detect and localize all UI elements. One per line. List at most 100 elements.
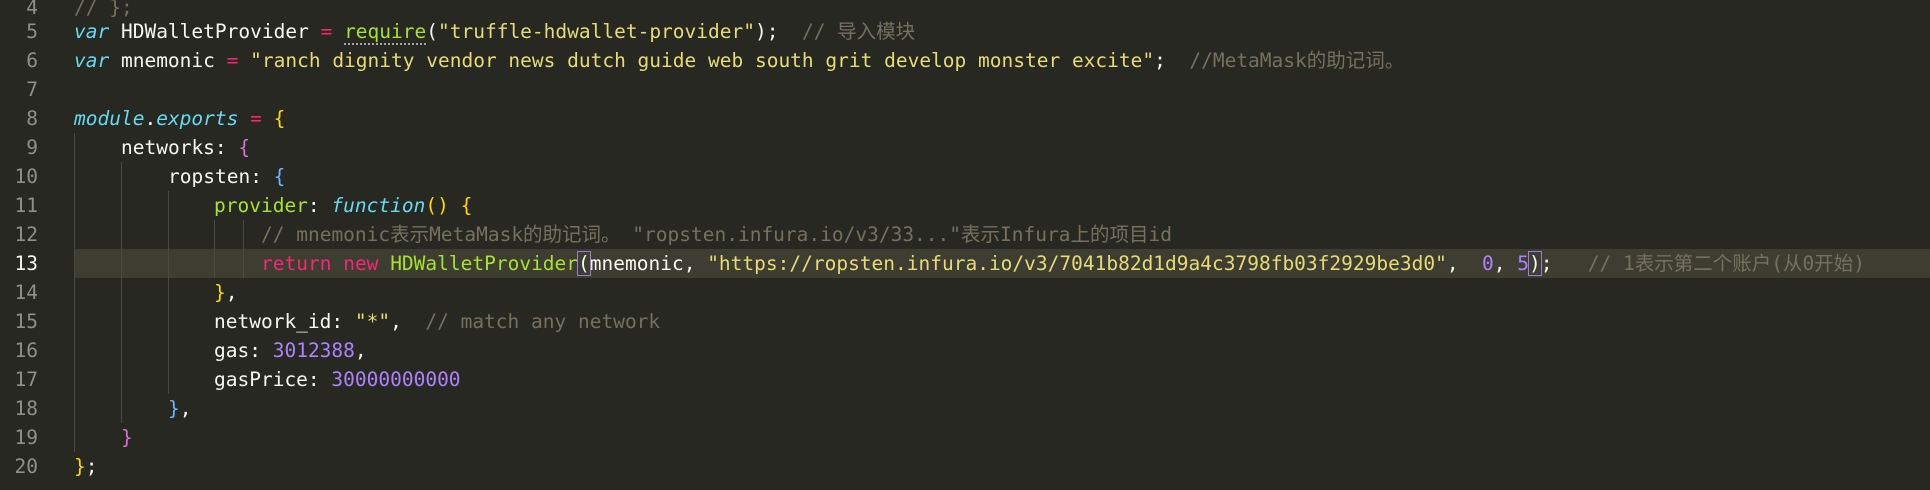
constructor: HDWalletProvider bbox=[390, 252, 579, 275]
indent-guide bbox=[214, 220, 215, 249]
property: provider bbox=[214, 194, 308, 217]
code-line[interactable]: 8 module.exports = { bbox=[0, 104, 1930, 133]
indent-guide bbox=[121, 394, 122, 423]
line-number: 13 bbox=[14, 252, 38, 275]
code-line[interactable]: 18 }, bbox=[0, 394, 1930, 423]
line-number: 8 bbox=[26, 107, 38, 130]
indent-guide bbox=[121, 365, 122, 394]
keyword-new: new bbox=[343, 252, 379, 275]
string-literal: "ranch dignity vendor news dutch guide w… bbox=[250, 49, 1155, 72]
indent-guide bbox=[74, 394, 75, 423]
code-line[interactable]: 6 var mnemonic = "ranch dignity vendor n… bbox=[0, 46, 1930, 75]
colon: : bbox=[250, 165, 274, 188]
code-line[interactable]: 9 networks: { bbox=[0, 133, 1930, 162]
property: gasPrice bbox=[214, 368, 308, 391]
indent-guide bbox=[168, 249, 169, 278]
identifier: HDWalletProvider bbox=[109, 20, 321, 43]
code-line[interactable]: 19 } bbox=[0, 423, 1930, 452]
colon: : bbox=[307, 194, 332, 217]
close-paren-match: ) bbox=[1528, 251, 1542, 276]
line-content: gasPrice: 30000000000 bbox=[214, 365, 461, 394]
code-line[interactable]: 11 provider: function() { bbox=[0, 191, 1930, 220]
line-content: return new HDWalletProvider(mnemonic, "h… bbox=[261, 249, 1865, 278]
number-literal: 5 bbox=[1517, 252, 1530, 275]
indent-guide bbox=[74, 278, 75, 307]
indent-guide bbox=[243, 220, 244, 249]
comment: // 1表示第二个账户(从0开始) bbox=[1552, 252, 1865, 275]
line-number: 9 bbox=[26, 136, 38, 159]
operator: = bbox=[238, 107, 274, 130]
indent-guide bbox=[74, 336, 75, 365]
line-number: 6 bbox=[26, 49, 38, 72]
open-paren-match: ( bbox=[577, 251, 591, 276]
line-content: provider: function() { bbox=[214, 191, 472, 220]
semicolon: ; bbox=[85, 455, 98, 478]
indent-guide bbox=[74, 423, 75, 452]
colon: : bbox=[307, 368, 332, 391]
comma: , bbox=[179, 397, 192, 420]
code-line-current[interactable]: 13 return new HDWalletProvider(mnemonic,… bbox=[0, 249, 1930, 278]
brace: } bbox=[214, 281, 226, 304]
indent-guide bbox=[121, 162, 122, 191]
indent-guide bbox=[74, 365, 75, 394]
line-content: }; bbox=[74, 452, 98, 481]
keyword-var: var bbox=[74, 49, 110, 72]
code-line[interactable]: 7 bbox=[0, 75, 1930, 104]
indent-guide bbox=[74, 307, 75, 336]
code-line[interactable]: 17 gasPrice: 30000000000 bbox=[0, 365, 1930, 394]
line-number: 10 bbox=[14, 165, 38, 188]
line-content: var HDWalletProvider = require("truffle-… bbox=[74, 17, 915, 46]
line-number: 19 bbox=[14, 426, 38, 449]
indent-guide bbox=[74, 133, 75, 162]
comma: , bbox=[354, 339, 367, 362]
line-number: 20 bbox=[14, 455, 38, 478]
code-line[interactable]: 5 var HDWalletProvider = require("truffl… bbox=[0, 17, 1930, 46]
code-line[interactable]: 12 // mnemonic表示MetaMask的助记词。 "ropsten.i… bbox=[0, 220, 1930, 249]
brace: } bbox=[121, 426, 133, 449]
comma: , bbox=[1493, 252, 1518, 275]
punctuation: ; bbox=[1154, 49, 1166, 72]
code-line[interactable]: 15 network_id: "*", // match any network bbox=[0, 307, 1930, 336]
brace: { bbox=[460, 194, 473, 217]
line-number: 14 bbox=[14, 281, 38, 304]
code-line[interactable]: 16 gas: 3012388, bbox=[0, 336, 1930, 365]
keyword-return: return bbox=[261, 252, 332, 275]
comma: , bbox=[225, 281, 238, 304]
parens: () bbox=[425, 194, 449, 217]
comment: // 导入模块 bbox=[778, 20, 916, 43]
line-content: ropsten: { bbox=[168, 162, 285, 191]
line-number: 18 bbox=[14, 397, 38, 420]
number-literal: 30000000000 bbox=[331, 368, 461, 391]
brace: { bbox=[238, 136, 251, 159]
indent-guide bbox=[168, 191, 169, 220]
line-content: network_id: "*", // match any network bbox=[214, 307, 660, 336]
line-number: 5 bbox=[26, 20, 38, 43]
indent-guide bbox=[121, 278, 122, 307]
colon: : bbox=[214, 136, 239, 159]
operator: = bbox=[226, 49, 239, 72]
comma: , bbox=[1446, 252, 1483, 275]
indent-guide bbox=[168, 307, 169, 336]
dot: . bbox=[144, 107, 157, 130]
string-literal: "*" bbox=[354, 310, 391, 333]
identifier: mnemonic bbox=[109, 49, 227, 72]
code-line[interactable]: 10 ropsten: { bbox=[0, 162, 1930, 191]
line-number: 16 bbox=[14, 339, 38, 362]
line-number: 15 bbox=[14, 310, 38, 333]
property: ropsten bbox=[168, 165, 251, 188]
code-line[interactable]: 14 }, bbox=[0, 278, 1930, 307]
comment: // mnemonic表示MetaMask的助记词。 "ropsten.infu… bbox=[261, 223, 1172, 246]
string-literal: "truffle-hdwallet-provider" bbox=[438, 20, 755, 43]
code-editor[interactable]: 4 // }; 5 var HDWalletProvider = require… bbox=[0, 0, 1930, 490]
indent-guide bbox=[121, 307, 122, 336]
code-line[interactable]: 20 }; bbox=[0, 452, 1930, 481]
indent-guide bbox=[121, 191, 122, 220]
brace: } bbox=[74, 455, 86, 478]
indent-guide bbox=[74, 162, 75, 191]
indent-guide bbox=[168, 220, 169, 249]
keyword-function: function bbox=[331, 194, 426, 217]
line-number: 11 bbox=[14, 194, 38, 217]
